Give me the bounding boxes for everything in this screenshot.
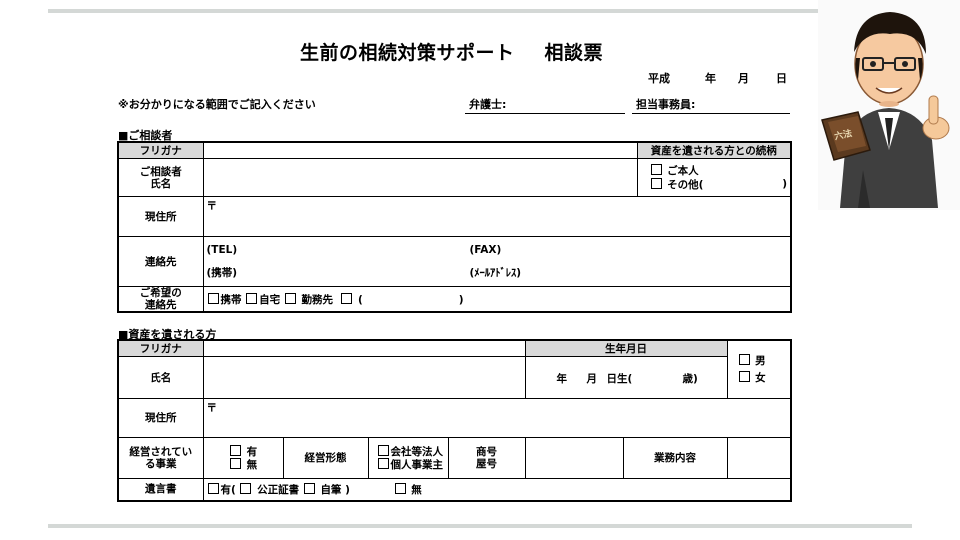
testator-name-label: 氏名 xyxy=(117,356,204,399)
date-day: 日 xyxy=(776,72,787,85)
other-checkbox[interactable] xyxy=(650,177,662,189)
address-label: 現住所 xyxy=(117,196,204,237)
gender-options: 男 女 xyxy=(726,339,792,399)
business-content-label: 業務内容 xyxy=(622,437,728,479)
preferred-contact-options: 携帯 自宅 勤務先 () xyxy=(202,286,792,313)
date-year: 年 xyxy=(705,72,716,85)
testator-furigana-label: フリガナ xyxy=(117,339,204,357)
notary-checkbox[interactable] xyxy=(240,482,252,494)
business-form-label: 経営形態 xyxy=(282,437,369,479)
relation-header: 資産を遺される方との続柄 xyxy=(636,141,792,159)
business-no-checkbox[interactable] xyxy=(229,458,241,469)
birthdate-field[interactable]: 年 月 日生( 歳) xyxy=(524,356,728,399)
consultant-table: フリガナ 資産を遺される方との続柄 ご相談者 氏名 ご本人 その他() 現住所 … xyxy=(117,141,792,313)
female-checkbox[interactable] xyxy=(738,370,750,382)
lawyer-underline xyxy=(465,113,625,114)
trade-name-label: 商号 屋号 xyxy=(447,437,526,479)
contact-label: 連絡先 xyxy=(117,236,204,287)
consultant-name-field[interactable] xyxy=(202,158,638,197)
testator-table: フリガナ 生年月日 男 女 氏名 年 月 日生( 歳) 現住所 〒 経営されてい… xyxy=(117,339,793,502)
pref-mobile-checkbox[interactable] xyxy=(207,292,219,304)
will-yes-checkbox[interactable] xyxy=(207,482,219,494)
business-yes-checkbox[interactable] xyxy=(229,445,241,456)
title-sub: 相談票 xyxy=(544,42,604,64)
testator-furigana-field[interactable] xyxy=(202,339,526,357)
fax-label: (FAX) xyxy=(469,243,502,256)
business-form-options: 会社等法人 個人事業主 xyxy=(367,437,449,479)
male-checkbox[interactable] xyxy=(738,353,750,365)
business-content-field[interactable] xyxy=(726,437,792,479)
address-field[interactable]: 〒 xyxy=(202,196,792,237)
birthdate-header: 生年月日 xyxy=(524,339,728,357)
rel-other-close: ) xyxy=(782,177,787,190)
bottom-divider xyxy=(48,524,912,528)
hand-thumbs-up xyxy=(922,95,950,140)
trade-name-field[interactable] xyxy=(524,437,624,479)
lawyer-avatar: 六法 xyxy=(818,0,960,210)
form-title: 生前の相続対策サポート 相談票 xyxy=(300,38,603,65)
mobile-label: (携帯) xyxy=(206,266,238,279)
handwritten-checkbox[interactable] xyxy=(303,482,315,494)
business-options: 有 無 xyxy=(202,437,284,479)
rel-self-label: ご本人 xyxy=(667,164,699,177)
will-label: 遺言書 xyxy=(117,478,204,501)
pref-home-checkbox[interactable] xyxy=(246,292,258,304)
head xyxy=(854,12,926,107)
title-main: 生前の相続対策サポート xyxy=(300,42,515,64)
tel-label: (TEL) xyxy=(206,243,238,256)
staff-label: 担当事務員: xyxy=(636,98,696,111)
pref-work-checkbox[interactable] xyxy=(284,292,296,304)
furigana-label: フリガナ xyxy=(117,141,204,159)
consultant-name-label: ご相談者 氏名 xyxy=(117,158,204,197)
testator-address-label: 現住所 xyxy=(117,398,204,438)
self-checkbox[interactable] xyxy=(650,163,662,175)
sole-checkbox[interactable] xyxy=(377,458,389,469)
top-divider xyxy=(48,9,820,13)
preferred-contact-label: ご希望の 連絡先 xyxy=(117,286,204,313)
testator-name-field[interactable] xyxy=(202,356,526,399)
staff-underline xyxy=(632,113,790,114)
contact-field[interactable]: (TEL) (FAX) (携帯) (ﾒｰﾙｱﾄﾞﾚｽ) xyxy=(202,236,792,287)
email-label: (ﾒｰﾙｱﾄﾞﾚｽ) xyxy=(469,266,522,279)
business-label: 経営されてい る事業 xyxy=(117,437,204,479)
rel-other-label: その他( xyxy=(667,178,704,191)
pref-other-checkbox[interactable] xyxy=(341,292,353,304)
corp-checkbox[interactable] xyxy=(377,445,389,456)
relation-options: ご本人 その他() xyxy=(636,158,792,197)
date-month: 月 xyxy=(738,72,749,85)
date-era: 平成 xyxy=(648,72,670,85)
postal-mark: 〒 xyxy=(206,200,218,212)
fill-note: ※お分かりになる範囲でご記入ください xyxy=(118,98,316,111)
will-options: 有( 公正証書 自筆 ) 無 xyxy=(202,478,792,501)
furigana-field[interactable] xyxy=(202,141,638,159)
lawyer-label: 弁護士: xyxy=(469,98,507,111)
will-no-checkbox[interactable] xyxy=(394,482,406,494)
testator-address-field[interactable]: 〒 xyxy=(202,398,792,438)
